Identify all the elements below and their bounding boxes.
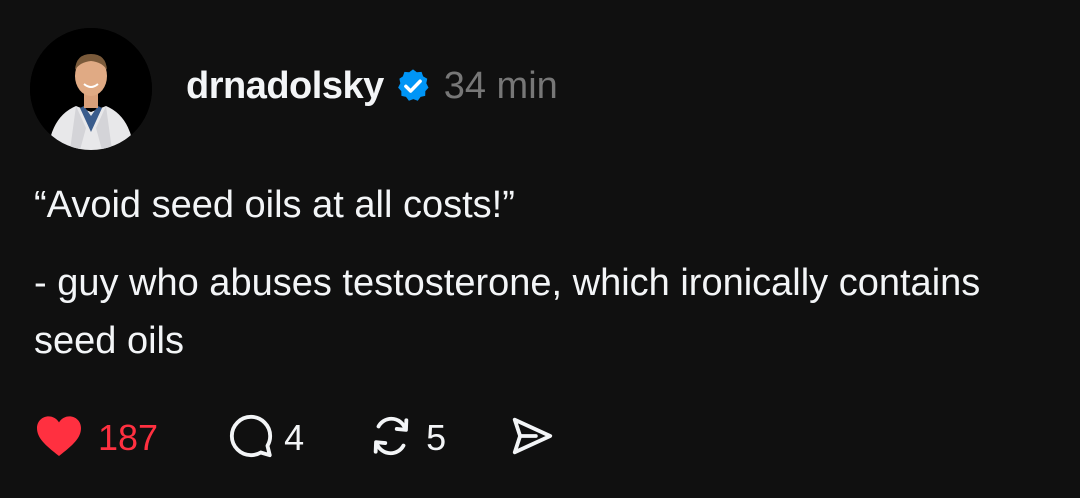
reply-button[interactable]: 4: [228, 413, 304, 464]
post-header: drnadolsky 34 min: [186, 60, 558, 112]
repost-button[interactable]: 5: [366, 413, 446, 464]
share-button[interactable]: [508, 413, 556, 464]
reply-count: 4: [284, 417, 305, 458]
post-text-quote: “Avoid seed oils at all costs!”: [34, 184, 515, 226]
post-text-caption: - guy who abuses testosterone, which iro…: [34, 262, 981, 362]
like-button[interactable]: 187: [34, 414, 158, 463]
paper-plane-icon: [508, 413, 556, 464]
username[interactable]: drnadolsky: [186, 65, 384, 108]
repost-count: 5: [426, 417, 447, 458]
avatar-photo: [30, 28, 152, 150]
post-body: “Avoid seed oils at all costs!” - guy wh…: [34, 176, 1034, 370]
avatar[interactable]: [30, 28, 152, 150]
heart-icon: [34, 414, 84, 463]
verified-badge-icon: [394, 67, 432, 105]
like-count: 187: [98, 417, 159, 458]
speech-bubble-icon: [228, 413, 274, 464]
repost-arrows-icon: [366, 413, 416, 464]
thread-post: drnadolsky 34 min “Avoid seed oils at al…: [0, 0, 1080, 498]
post-actions: 187 4 5: [34, 412, 556, 464]
post-timestamp: 34 min: [443, 64, 558, 107]
